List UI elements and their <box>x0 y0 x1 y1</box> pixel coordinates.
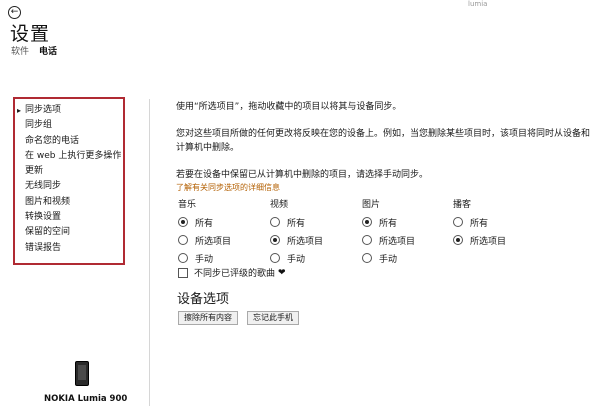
video-option-manual[interactable]: 手动 <box>270 249 323 267</box>
podcasts-heading: 播客 <box>453 200 472 210</box>
sidebar-item-error-report[interactable]: 错误报告 <box>25 241 123 256</box>
pictures-option-selected[interactable]: 所选项目 <box>362 231 415 249</box>
music-column: 音乐 所有 所选项目 手动 <box>178 197 231 267</box>
unrated-songs-checkbox[interactable] <box>178 267 188 278</box>
video-option-selected[interactable]: 所选项目 <box>270 231 323 249</box>
unrated-songs-label: 不同步已评级的歌曲 <box>194 269 276 279</box>
sidebar-item-pictures-videos[interactable]: 图片和视频 <box>25 195 123 210</box>
pictures-option-all[interactable]: 所有 <box>362 213 415 231</box>
radio-icon[interactable] <box>362 253 372 263</box>
sidebar: 同步选项 同步组 命名您的电话 在 web 上执行更多操作 更新 无线同步 图片… <box>13 97 125 265</box>
radio-selected-icon[interactable] <box>362 217 372 227</box>
tab-software[interactable]: 软件 <box>11 44 29 57</box>
podcasts-column: 播客 所有 所选项目 <box>453 197 506 249</box>
sidebar-item-name-phone[interactable]: 命名您的电话 <box>25 134 123 149</box>
option-label: 所选项目 <box>287 236 324 247</box>
option-label: 所有 <box>379 218 398 229</box>
option-label: 手动 <box>195 254 214 265</box>
radio-icon[interactable] <box>270 217 280 227</box>
option-label: 手动 <box>379 254 398 265</box>
sidebar-divider <box>149 99 150 406</box>
page-title: 设置 <box>10 23 51 45</box>
radio-icon[interactable] <box>178 253 188 263</box>
video-option-all[interactable]: 所有 <box>270 213 323 231</box>
pictures-option-manual[interactable]: 手动 <box>362 249 415 267</box>
warning-text: 您对这些项目所做的任何更改将反映在您的设备上。例如，当您删除某些项目时，该项目将… <box>176 129 591 153</box>
radio-icon[interactable] <box>270 253 280 263</box>
sidebar-item-sync-groups[interactable]: 同步组 <box>25 118 123 133</box>
music-option-all[interactable]: 所有 <box>178 213 231 231</box>
option-label: 手动 <box>287 254 306 265</box>
music-option-selected[interactable]: 所选项目 <box>178 231 231 249</box>
sidebar-item-web[interactable]: 在 web 上执行更多操作 <box>25 149 123 164</box>
music-option-manual[interactable]: 手动 <box>178 249 231 267</box>
device-name: NOKIA Lumia 900 <box>44 394 128 404</box>
sidebar-item-reserved-space[interactable]: 保留的空间 <box>25 225 123 240</box>
device-options-title: 设备选项 <box>177 292 230 307</box>
option-label: 所有 <box>195 218 214 229</box>
sidebar-item-conversion[interactable]: 转换设置 <box>25 210 123 225</box>
podcasts-option-selected[interactable]: 所选项目 <box>453 231 506 249</box>
pictures-heading: 图片 <box>362 200 381 210</box>
keep-text: 若要在设备中保留已从计算机中删除的项目，请选择手动同步。 <box>176 170 429 180</box>
radio-icon[interactable] <box>453 217 463 227</box>
radio-icon[interactable] <box>178 235 188 245</box>
unrated-songs-row[interactable]: 不同步已评级的歌曲 ❤ <box>178 266 286 279</box>
radio-selected-icon[interactable] <box>178 217 188 227</box>
sidebar-item-sync-options[interactable]: 同步选项 <box>17 103 123 119</box>
back-arrow-icon[interactable]: ← <box>8 6 21 19</box>
tab-phone[interactable]: 电话 <box>39 44 57 57</box>
intro-text: 使用“所选项目”，拖动收藏中的项目以将其与设备同步。 <box>176 102 402 112</box>
podcasts-option-all[interactable]: 所有 <box>453 213 506 231</box>
radio-selected-icon[interactable] <box>270 235 280 245</box>
option-label: 所选项目 <box>195 236 232 247</box>
option-label: 所选项目 <box>379 236 416 247</box>
radio-selected-icon[interactable] <box>453 235 463 245</box>
learn-more-link[interactable]: 了解有关同步选项的详细信息 <box>176 182 280 193</box>
option-label: 所有 <box>287 218 306 229</box>
phone-icon <box>75 361 89 386</box>
erase-all-button[interactable]: 擦除所有内容 <box>178 311 238 325</box>
option-label: 所有 <box>470 218 489 229</box>
sidebar-item-update[interactable]: 更新 <box>25 164 123 179</box>
video-heading: 视频 <box>270 200 289 210</box>
music-heading: 音乐 <box>178 200 197 210</box>
video-column: 视频 所有 所选项目 手动 <box>270 197 323 267</box>
pictures-column: 图片 所有 所选项目 手动 <box>362 197 415 267</box>
radio-icon[interactable] <box>362 235 372 245</box>
forget-phone-button[interactable]: 忘记此手机 <box>247 311 299 325</box>
sidebar-item-wireless-sync[interactable]: 无线同步 <box>25 179 123 194</box>
top-nav: 软件 电话 <box>11 44 57 57</box>
option-label: 所选项目 <box>470 236 507 247</box>
broken-heart-icon: ❤ <box>278 267 286 278</box>
corner-text: lumia <box>468 0 488 8</box>
